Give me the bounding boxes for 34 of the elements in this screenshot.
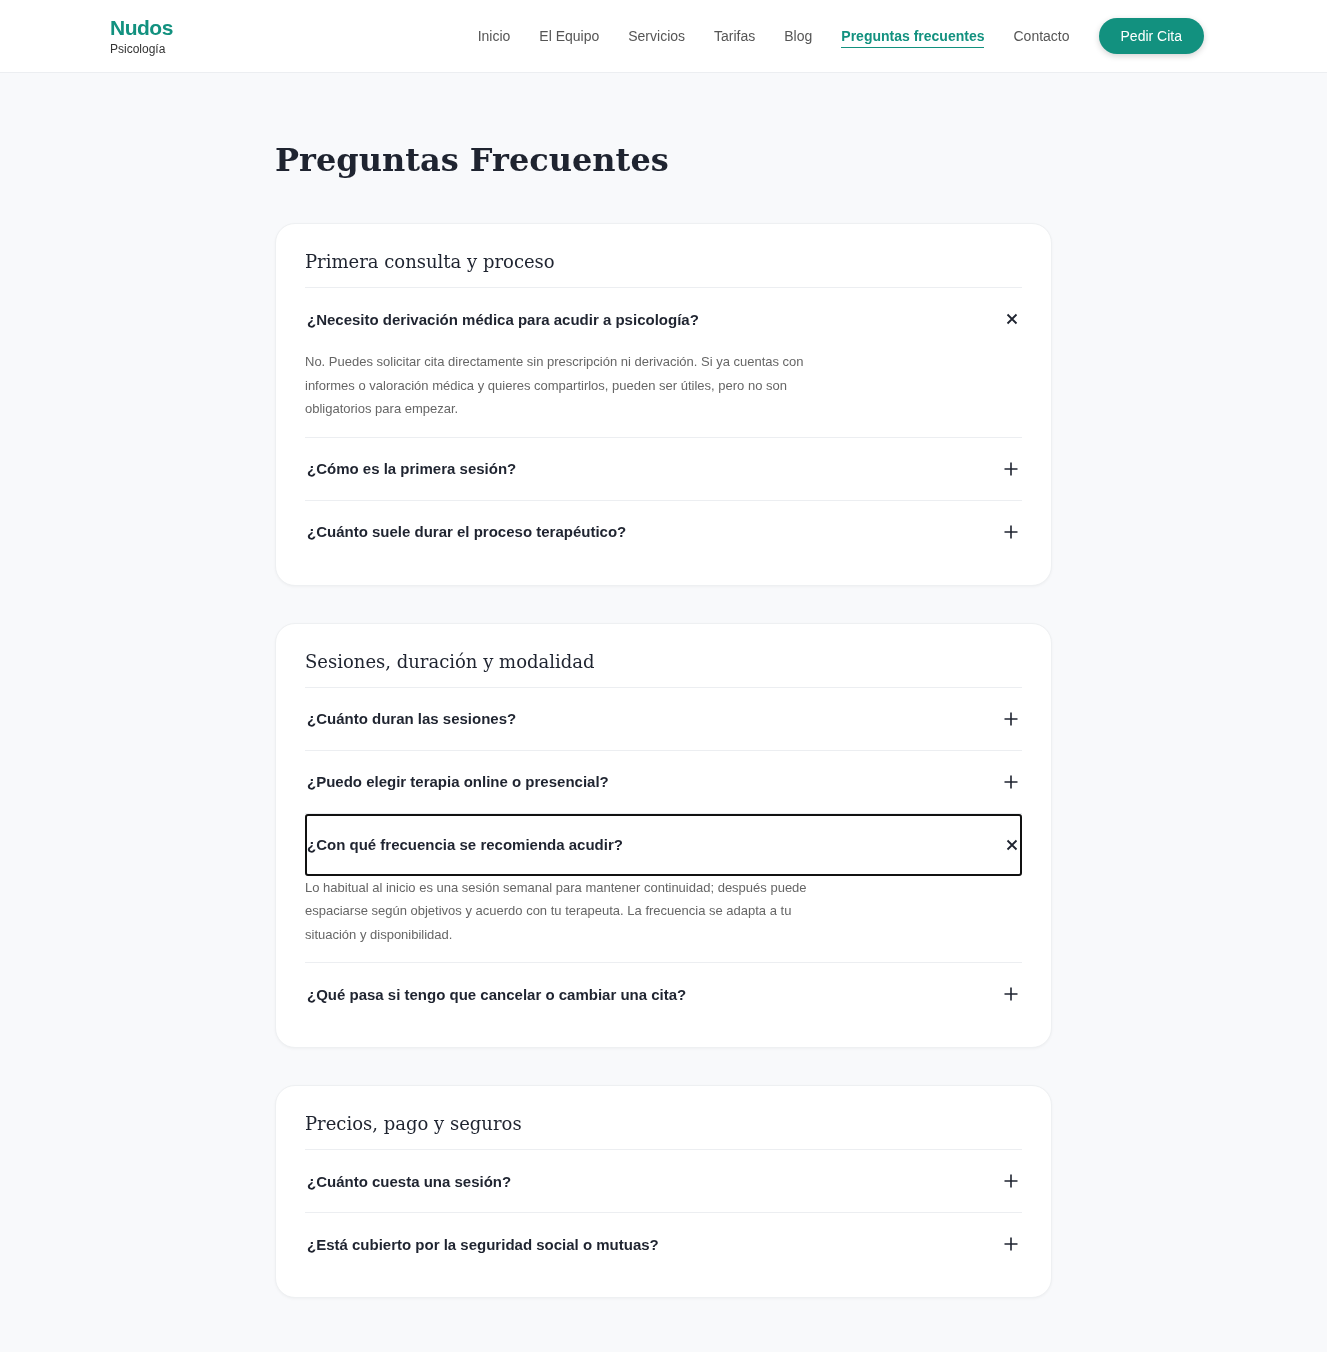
question-toggle[interactable]: ¿Cuánto duran las sesiones?	[305, 687, 1022, 750]
plus-icon	[1004, 774, 1018, 789]
answer-text: Lo habitual al inicio es una sesión semanal para mantener continuidad; después puede espaciarse según objetivos y acuerdo con tu terapeuta. La frecuencia se adapta a tu situación y disponibilidad.	[305, 878, 808, 944]
plus-icon	[1004, 1237, 1018, 1251]
question-toggle[interactable]: ¿Está cubierto por la seguridad social o mutuas?	[305, 1213, 1022, 1275]
nav-link[interactable]: Servicios	[628, 25, 686, 47]
nav-link[interactable]: Contacto	[1013, 25, 1070, 47]
logo-tagline: Psicología	[110, 42, 167, 56]
logo-text[interactable]: Nudos	[110, 16, 173, 40]
question-toggle[interactable]: ¿Necesito derivación médica para acudir a psicología?	[305, 288, 1022, 350]
question-toggle[interactable]: ¿Puedo elegir terapia online o presencial?	[305, 750, 1022, 813]
plus-icon	[1004, 711, 1018, 726]
nav-link[interactable]: Tarifas	[714, 25, 756, 47]
question-toggle[interactable]: ¿Cómo es la primera sesión?	[305, 437, 1022, 500]
section-heading: Precios, pago y seguros	[305, 1113, 1022, 1150]
close-icon	[1006, 313, 1018, 325]
plus-icon	[1004, 524, 1018, 539]
question-toggle[interactable]: ¿Con qué frecuencia se recomienda acudir?	[305, 813, 1022, 876]
plus-icon	[1004, 461, 1018, 476]
nav-link[interactable]: Preguntas frecuentes	[841, 24, 985, 48]
plus-icon	[1004, 1174, 1018, 1188]
nav-link[interactable]: Blog	[784, 25, 813, 47]
question-toggle[interactable]: ¿Qué pasa si tengo que cancelar o cambiar una cita?	[305, 963, 1022, 1025]
appointment-button[interactable]: Pedir Cita	[1098, 18, 1204, 54]
answer-text: No. Puedes solicitar cita directamente sin prescripción ni derivación. Si ya cuentas con informes o valoración médica y quieres compartirlos, pueden ser útiles, pero no son obligatorios para empezar.	[305, 353, 805, 418]
section-heading: Sesiones, duración y modalidad	[305, 650, 1022, 688]
page-title: Preguntas Frecuentes	[275, 141, 670, 179]
section-heading: Primera consulta y proceso	[305, 251, 1022, 288]
question-toggle[interactable]: ¿Cuánto suele durar el proceso terapéutico?	[305, 500, 1022, 563]
nav-link[interactable]: Inicio	[477, 25, 511, 47]
nav-link[interactable]: El Equipo	[539, 25, 600, 47]
close-icon	[1006, 838, 1018, 851]
plus-icon	[1004, 987, 1018, 1001]
question-toggle[interactable]: ¿Cuánto cuesta una sesión?	[305, 1150, 1022, 1212]
